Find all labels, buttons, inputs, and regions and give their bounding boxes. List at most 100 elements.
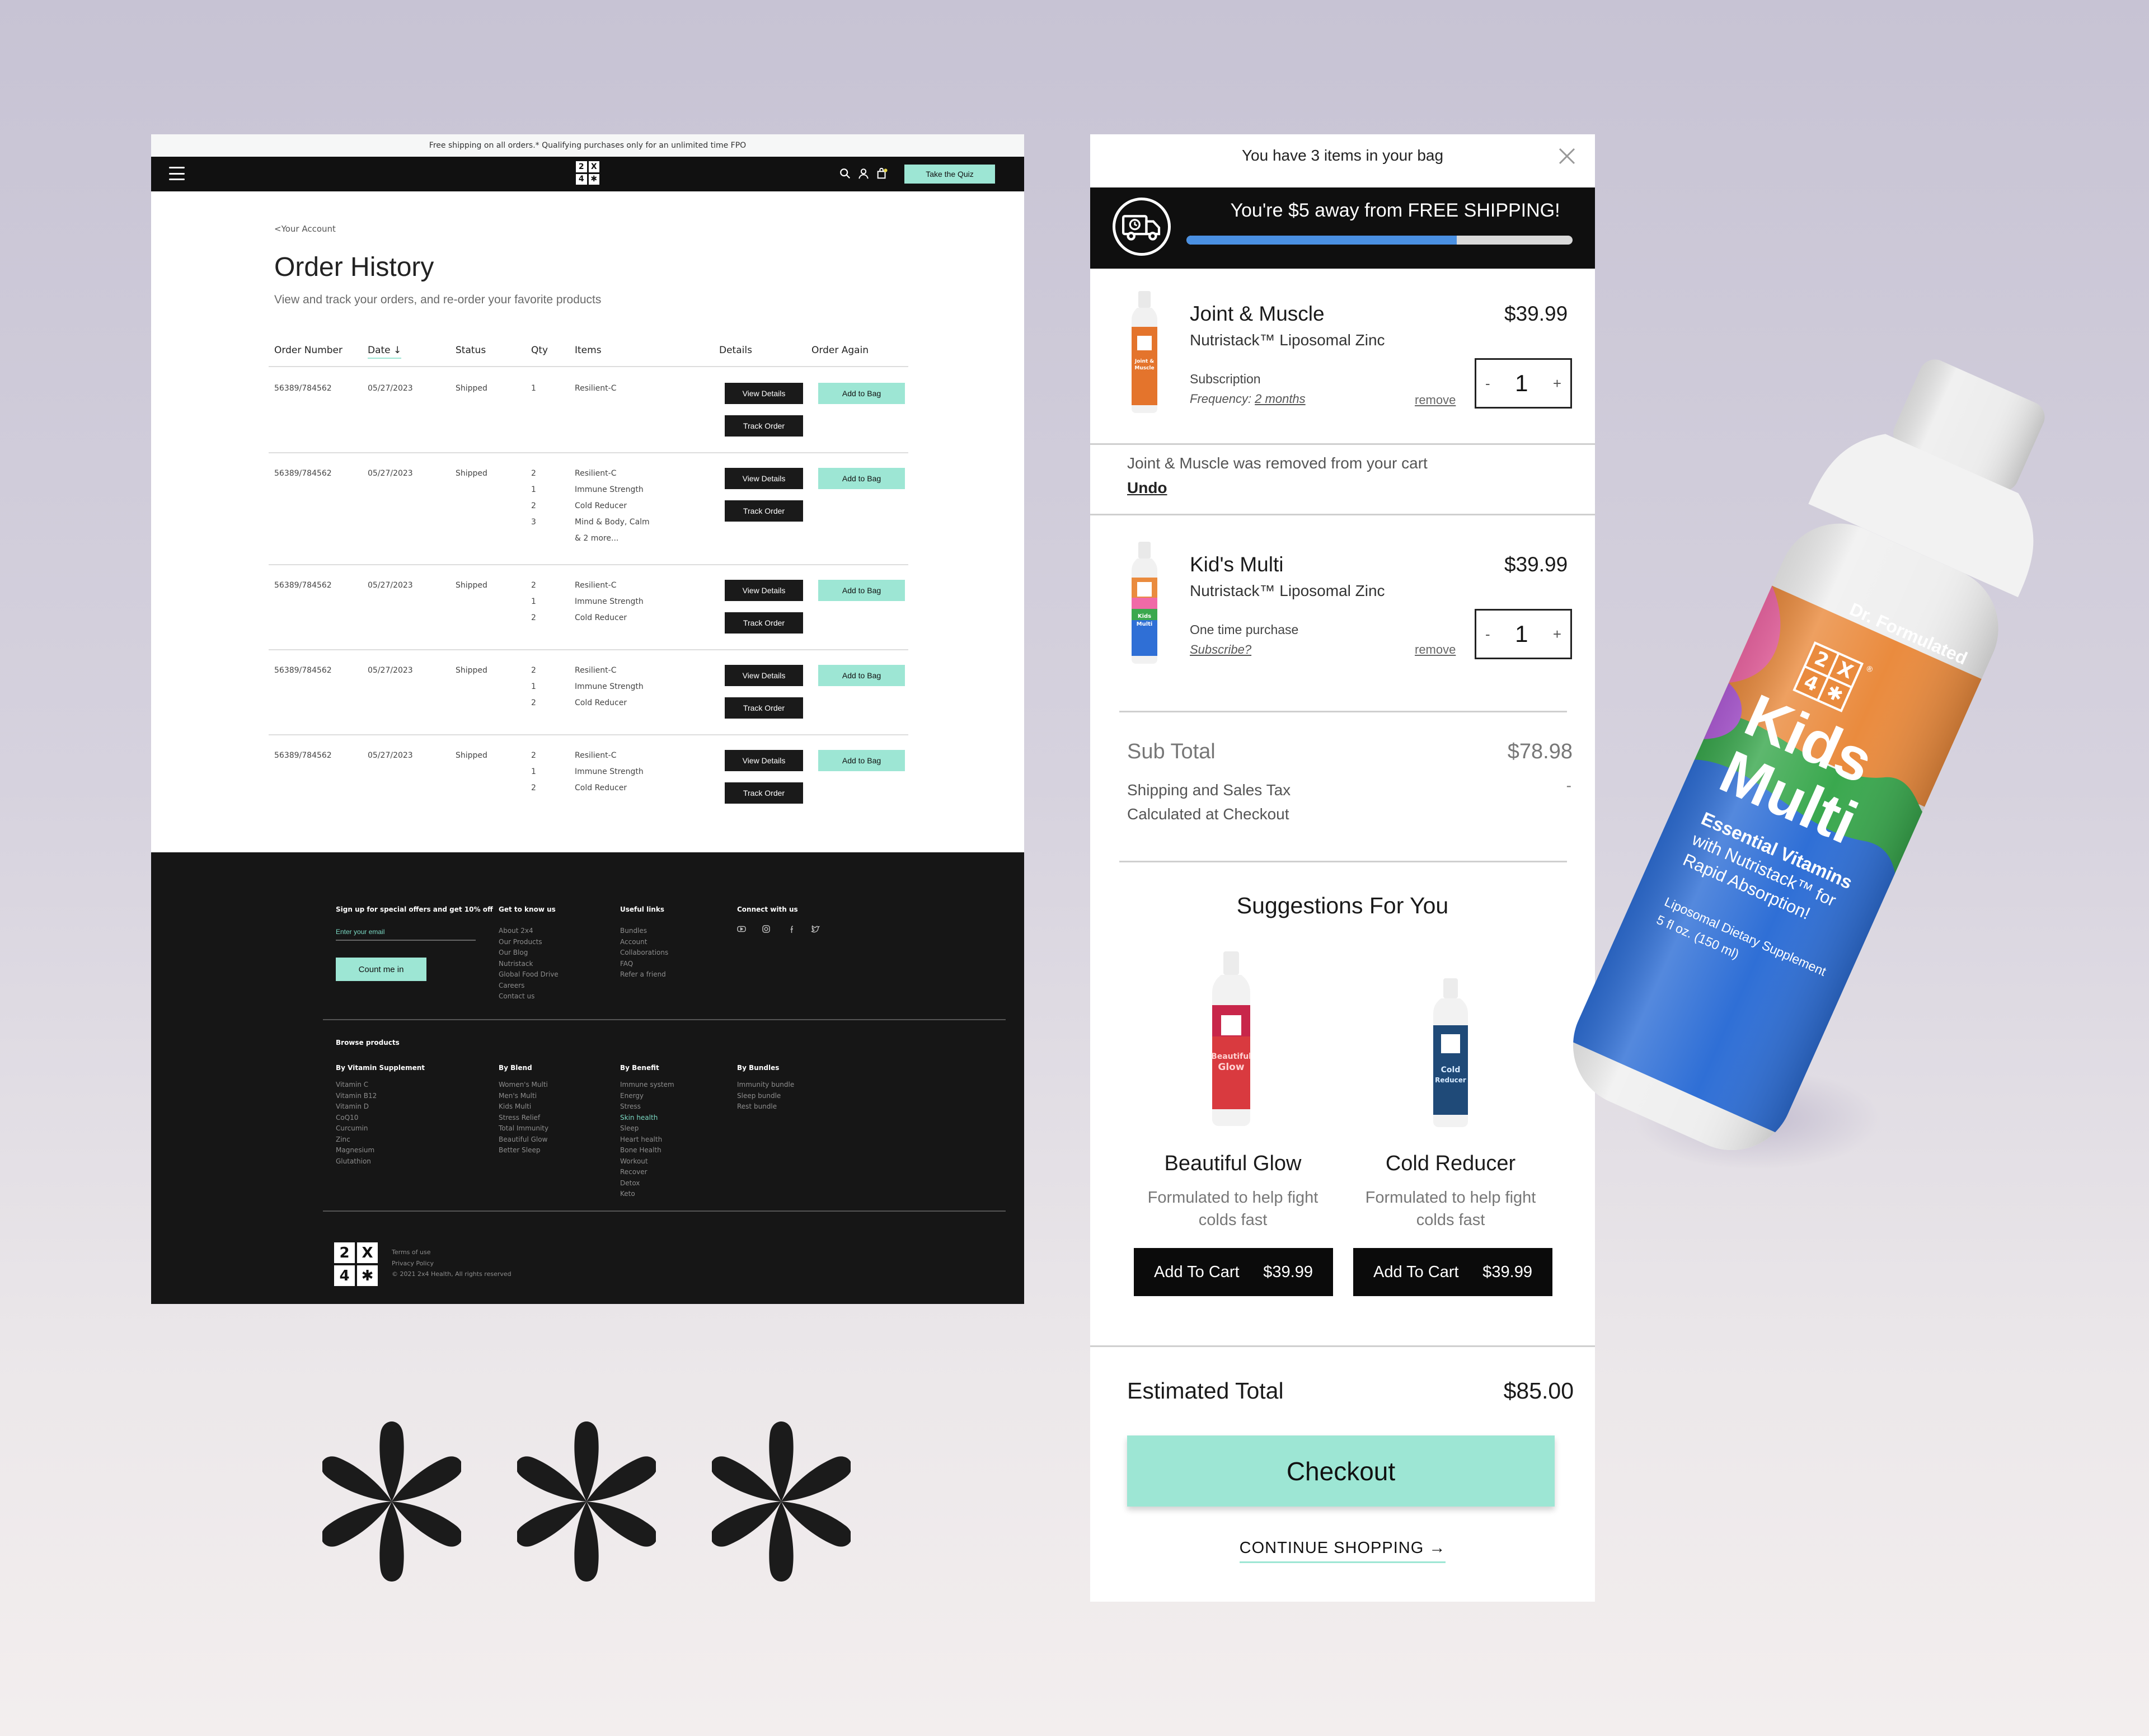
decrease-button[interactable]: - <box>1485 626 1490 643</box>
remove-link[interactable]: remove <box>1415 642 1456 657</box>
footer-link[interactable]: Account <box>620 937 668 948</box>
breadcrumb[interactable]: <Your Account <box>274 224 336 234</box>
decrease-button[interactable]: - <box>1485 375 1490 392</box>
track-order-button[interactable]: Track Order <box>725 500 803 522</box>
footer-link[interactable]: Bone Health <box>620 1145 674 1156</box>
footer-link[interactable]: Sleep bundle <box>737 1091 794 1102</box>
footer-link[interactable]: Immune system <box>620 1080 674 1091</box>
footer-link[interactable]: Vitamin B12 <box>336 1091 425 1102</box>
increase-button[interactable]: + <box>1553 626 1561 643</box>
footer-link[interactable]: Stress Relief <box>499 1113 548 1124</box>
footer-link[interactable]: Bundles <box>620 926 668 937</box>
view-details-button[interactable]: View Details <box>725 665 803 686</box>
add-to-bag-button[interactable]: Add to Bag <box>818 383 905 404</box>
add-to-bag-button[interactable]: Add to Bag <box>818 665 905 686</box>
track-order-button[interactable]: Track Order <box>725 697 803 719</box>
beautiful-glow-bottle-image[interactable]: Beautiful Glow <box>1207 951 1256 1126</box>
footer-link[interactable]: CoQ10 <box>336 1113 425 1124</box>
add-to-cart-button[interactable]: Add To Cart $39.99 <box>1353 1248 1552 1296</box>
add-to-bag-button[interactable]: Add to Bag <box>818 750 905 771</box>
footer-link[interactable]: Our Blog <box>499 947 559 959</box>
undo-link[interactable]: Undo <box>1127 479 1167 497</box>
suggestion-name[interactable]: Cold Reducer <box>1340 1152 1561 1176</box>
view-details-button[interactable]: View Details <box>725 383 803 404</box>
frequency-link[interactable]: 2 months <box>1255 392 1306 406</box>
footer-link[interactable]: Curcumin <box>336 1123 425 1134</box>
signup-button[interactable]: Count me in <box>336 958 426 981</box>
footer-link[interactable]: Global Food Drive <box>499 969 559 980</box>
terms-link[interactable]: Terms of use <box>392 1247 512 1258</box>
footer-link[interactable]: FAQ <box>620 959 668 970</box>
col-date[interactable]: Date ↓ <box>368 345 402 359</box>
twitter-icon[interactable] <box>810 924 820 934</box>
footer-link[interactable]: Keto <box>620 1189 674 1200</box>
quantity-stepper[interactable]: - 1 + <box>1475 609 1572 659</box>
search-icon[interactable] <box>839 167 851 180</box>
cart-item-name[interactable]: Kid's Multi <box>1190 553 1283 576</box>
footer-link[interactable]: Women's Multi <box>499 1080 548 1091</box>
footer-link[interactable]: About 2x4 <box>499 926 559 937</box>
order-number[interactable]: 56389/784562 <box>274 666 332 675</box>
footer-link[interactable]: Detox <box>620 1178 674 1189</box>
footer-link[interactable]: Heart health <box>620 1134 674 1146</box>
track-order-button[interactable]: Track Order <box>725 782 803 804</box>
add-to-bag-button[interactable]: Add to Bag <box>818 580 905 601</box>
footer-link[interactable]: Vitamin D <box>336 1101 425 1113</box>
email-field[interactable] <box>336 924 476 941</box>
suggestion-name[interactable]: Beautiful Glow <box>1123 1152 1343 1176</box>
footer-link[interactable]: Better Sleep <box>499 1145 548 1156</box>
order-number[interactable]: 56389/784562 <box>274 581 332 590</box>
order-number[interactable]: 56389/784562 <box>274 469 332 478</box>
footer-link[interactable]: Beautiful Glow <box>499 1134 548 1146</box>
footer-link[interactable]: Vitamin C <box>336 1080 425 1091</box>
footer-link[interactable]: Total Immunity <box>499 1123 548 1134</box>
footer-link[interactable]: Our Products <box>499 937 559 948</box>
track-order-button[interactable]: Track Order <box>725 612 803 634</box>
footer-link[interactable]: Stress <box>620 1101 674 1113</box>
footer-link[interactable]: Nutristack <box>499 959 559 970</box>
logo[interactable]: 2 X 4 ✱ <box>576 161 599 185</box>
take-quiz-button[interactable]: Take the Quiz <box>904 165 995 184</box>
order-number[interactable]: 56389/784562 <box>274 751 332 760</box>
quantity-stepper[interactable]: - 1 + <box>1475 358 1572 409</box>
view-details-button[interactable]: View Details <box>725 468 803 489</box>
privacy-link[interactable]: Privacy Policy <box>392 1258 512 1269</box>
footer-link[interactable]: Magnesium <box>336 1145 425 1156</box>
footer-link[interactable]: Glutathion <box>336 1156 425 1167</box>
track-order-button[interactable]: Track Order <box>725 415 803 437</box>
close-icon[interactable] <box>1557 147 1576 166</box>
footer-link[interactable]: Collaborations <box>620 947 668 959</box>
menu-icon[interactable] <box>169 167 185 180</box>
footer-link[interactable]: Immunity bundle <box>737 1080 794 1091</box>
continue-shopping-link[interactable]: CONTINUE SHOPPING → <box>1090 1539 1595 1563</box>
footer-link[interactable]: Sleep <box>620 1123 674 1134</box>
footer-link-active[interactable]: Skin health <box>620 1113 674 1124</box>
order-number[interactable]: 56389/784562 <box>274 384 332 393</box>
account-icon[interactable] <box>857 167 870 180</box>
youtube-icon[interactable] <box>736 924 747 934</box>
bag-icon[interactable] <box>876 167 888 180</box>
footer-link[interactable]: Energy <box>620 1091 674 1102</box>
footer-link[interactable]: Careers <box>499 980 559 992</box>
add-to-cart-button[interactable]: Add To Cart $39.99 <box>1134 1248 1333 1296</box>
view-details-button[interactable]: View Details <box>725 750 803 771</box>
cold-reducer-bottle-image[interactable]: Cold Reducer <box>1428 978 1474 1128</box>
cart-item-name[interactable]: Joint & Muscle <box>1190 302 1325 326</box>
footer-link[interactable]: Recover <box>620 1167 674 1178</box>
footer-link[interactable]: Zinc <box>336 1134 425 1146</box>
footer-link[interactable]: Contact us <box>499 991 559 1002</box>
instagram-icon[interactable] <box>761 924 771 934</box>
facebook-icon[interactable] <box>786 924 796 934</box>
footer-link[interactable]: Refer a friend <box>620 969 668 980</box>
add-to-bag-button[interactable]: Add to Bag <box>818 468 905 489</box>
footer-link[interactable]: Men's Multi <box>499 1091 548 1102</box>
increase-button[interactable]: + <box>1553 375 1561 392</box>
footer-logo[interactable]: 2 X 4 ✱ <box>334 1242 378 1286</box>
footer-link[interactable]: Kids Multi <box>499 1101 548 1113</box>
subscribe-link[interactable]: Subscribe? <box>1190 642 1251 657</box>
checkout-button[interactable]: Checkout <box>1127 1435 1555 1507</box>
footer-link[interactable]: Rest bundle <box>737 1101 794 1113</box>
view-details-button[interactable]: View Details <box>725 580 803 601</box>
footer-link[interactable]: Workout <box>620 1156 674 1167</box>
remove-link[interactable]: remove <box>1415 393 1456 407</box>
